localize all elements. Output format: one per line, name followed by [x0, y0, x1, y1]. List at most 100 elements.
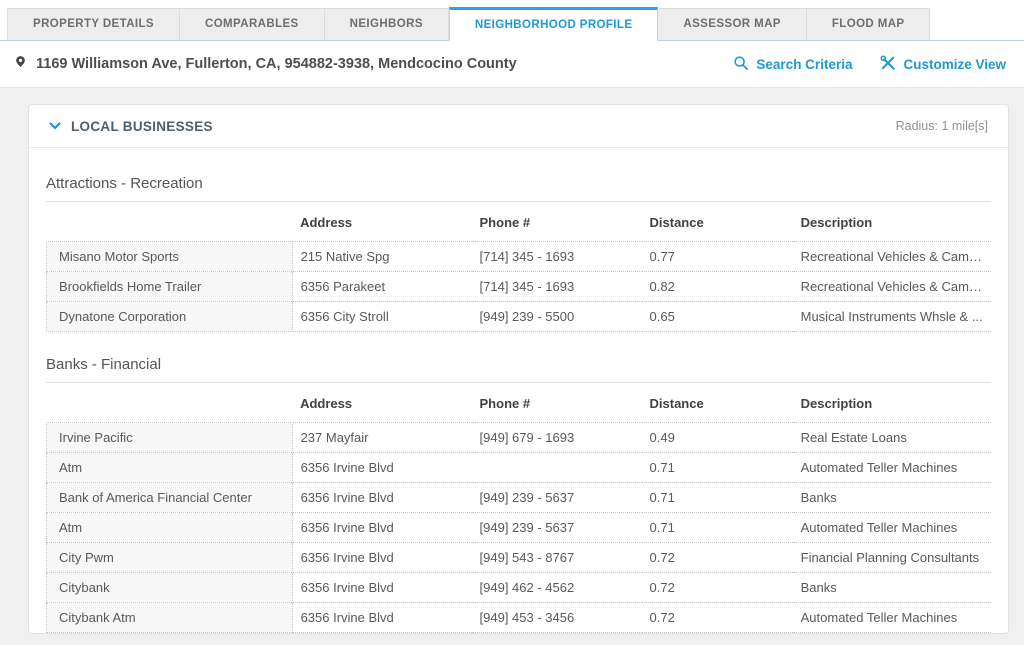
cell-phone: [949] 462 - 4562 [472, 573, 642, 603]
column-header-phone: Phone # [472, 202, 642, 242]
cell-distance: 0.71 [642, 513, 793, 543]
table-row: Atm6356 Irvine Blvd[949] 239 - 56370.71A… [47, 513, 992, 543]
section-attractions-recreation: Attractions - RecreationAddressPhone #Di… [46, 175, 991, 332]
cell-address: 6356 Irvine Blvd [292, 573, 471, 603]
table-row: Brookfields Home Trailer6356 Parakeet[71… [47, 272, 992, 302]
cell-description: Musical Instruments Whsle & ... [793, 302, 991, 332]
cell-address: 215 Native Spg [292, 242, 471, 272]
cell-distance: 0.71 [642, 453, 793, 483]
cell-business-name: Atm [47, 513, 293, 543]
cell-description: Recreational Vehicles & Camp... [793, 242, 991, 272]
table-row: Citybank6356 Irvine Blvd[949] 462 - 4562… [47, 573, 992, 603]
column-header-address: Address [292, 202, 471, 242]
address-group: 1169 Williamson Ave, Fullerton, CA, 9548… [14, 53, 517, 75]
businesses-table: AddressPhone #DistanceDescriptionIrvine … [46, 383, 991, 634]
cell-description: Automated Teller Machines [793, 603, 991, 633]
cell-distance: 0.72 [642, 573, 793, 603]
cell-business-name: Irvine Pacific [47, 633, 293, 635]
section-title: Banks - Financial [46, 356, 991, 383]
cell-business-name: Dynatone Corporation [47, 302, 293, 332]
cell-distance: 0.71 [642, 483, 793, 513]
cell-distance: 0.72 [642, 633, 793, 635]
section-title: Attractions - Recreation [46, 175, 991, 202]
tab-property-details[interactable]: PROPERTY DETAILS [7, 8, 180, 40]
cell-address: 237 Mayfair [292, 423, 471, 453]
local-businesses-header[interactable]: LOCAL BUSINESSES Radius: 1 mile[s] [29, 105, 1008, 148]
cell-phone [472, 453, 642, 483]
section-banks-financial: Banks - FinancialAddressPhone #DistanceD… [46, 356, 991, 634]
table-row: Misano Motor Sports215 Native Spg[714] 3… [47, 242, 992, 272]
cell-business-name: Brookfields Home Trailer [47, 272, 293, 302]
cell-description: Recreational Vehicles & Camp... [793, 272, 991, 302]
cell-distance: 0.65 [642, 302, 793, 332]
cell-address: 6356 Irvine Blvd [292, 453, 471, 483]
app-root: PROPERTY DETAILSCOMPARABLESNEIGHBORSNEIG… [0, 0, 1024, 645]
cell-phone: [949] 543 - 8765 [472, 633, 642, 635]
cell-business-name: Atm [47, 453, 293, 483]
customize-view-label: Customize View [903, 57, 1006, 72]
column-header-phone: Phone # [472, 383, 642, 423]
cell-distance: 0.77 [642, 242, 793, 272]
businesses-table: AddressPhone #DistanceDescriptionMisano … [46, 202, 991, 332]
cell-phone: [949] 453 - 3456 [472, 603, 642, 633]
cell-distance: 0.72 [642, 603, 793, 633]
table-row: Irvine Pacific6356 Irvine Blvd[949] 543 … [47, 633, 992, 635]
cell-description: Real Estate Loans [793, 423, 991, 453]
column-header-distance: Distance [642, 202, 793, 242]
cell-phone: [714] 345 - 1693 [472, 272, 642, 302]
property-address: 1169 Williamson Ave, Fullerton, CA, 9548… [36, 56, 517, 72]
table-header-row: AddressPhone #DistanceDescription [47, 202, 992, 242]
table-header-row: AddressPhone #DistanceDescription [47, 383, 992, 423]
cell-address: 6356 Irvine Blvd [292, 483, 471, 513]
table-row: Irvine Pacific237 Mayfair[949] 679 - 169… [47, 423, 992, 453]
cell-description: Banks [793, 483, 991, 513]
panel-body: Attractions - RecreationAddressPhone #Di… [29, 148, 1008, 634]
chevron-down-icon [49, 117, 61, 135]
cell-description: Automated Teller Machines [793, 453, 991, 483]
column-header-business-name [47, 202, 293, 242]
cell-phone: [949] 239 - 5637 [472, 513, 642, 543]
cell-business-name: Citybank Atm [47, 603, 293, 633]
cell-phone: [714] 345 - 1693 [472, 242, 642, 272]
tab-flood-map[interactable]: FLOOD MAP [807, 8, 931, 40]
cell-description: Automated Teller Machines [793, 513, 991, 543]
cell-address: 6356 Parakeet [292, 272, 471, 302]
cell-distance: 0.49 [642, 423, 793, 453]
cell-address: 6356 Irvine Blvd [292, 633, 471, 635]
cell-address: 6356 Irvine Blvd [292, 603, 471, 633]
tab-neighbors[interactable]: NEIGHBORS [325, 8, 449, 40]
cell-description: Financial Planning Consultants [793, 543, 991, 573]
customize-view-icon [880, 55, 896, 74]
search-icon [733, 55, 749, 74]
cell-business-name: Misano Motor Sports [47, 242, 293, 272]
address-bar-actions: Search Criteria Customize View [733, 55, 1006, 74]
cell-business-name: Irvine Pacific [47, 423, 293, 453]
cell-phone: [949] 679 - 1693 [472, 423, 642, 453]
cell-address: 6356 Irvine Blvd [292, 543, 471, 573]
column-header-business-name [47, 383, 293, 423]
local-businesses-panel: LOCAL BUSINESSES Radius: 1 mile[s] Attra… [28, 104, 1009, 634]
customize-view-button[interactable]: Customize View [880, 55, 1006, 74]
table-row: Dynatone Corporation6356 City Stroll[949… [47, 302, 992, 332]
cell-address: 6356 City Stroll [292, 302, 471, 332]
column-header-description: Description [793, 202, 991, 242]
tab-assessor-map[interactable]: ASSESSOR MAP [658, 8, 806, 40]
search-criteria-label: Search Criteria [756, 57, 852, 72]
cell-description: Real Estate Loans [793, 633, 991, 635]
tab-neighborhood-profile[interactable]: NEIGHBORHOOD PROFILE [449, 7, 659, 41]
cell-business-name: City Pwm [47, 543, 293, 573]
panel-title: LOCAL BUSINESSES [71, 119, 213, 134]
table-row: Citybank Atm6356 Irvine Blvd[949] 453 - … [47, 603, 992, 633]
cell-address: 6356 Irvine Blvd [292, 513, 471, 543]
column-header-description: Description [793, 383, 991, 423]
cell-phone: [949] 239 - 5500 [472, 302, 642, 332]
tab-bar: PROPERTY DETAILSCOMPARABLESNEIGHBORSNEIG… [0, 0, 1024, 41]
table-row: Bank of America Financial Center6356 Irv… [47, 483, 992, 513]
tab-comparables[interactable]: COMPARABLES [180, 8, 325, 40]
cell-phone: [949] 239 - 5637 [472, 483, 642, 513]
search-criteria-button[interactable]: Search Criteria [733, 55, 852, 74]
location-pin-icon [14, 53, 27, 75]
radius-label: Radius: 1 mile[s] [896, 119, 988, 133]
table-row: Atm6356 Irvine Blvd 0.71Automated Teller … [47, 453, 992, 483]
content-background: LOCAL BUSINESSES Radius: 1 mile[s] Attra… [0, 87, 1024, 645]
